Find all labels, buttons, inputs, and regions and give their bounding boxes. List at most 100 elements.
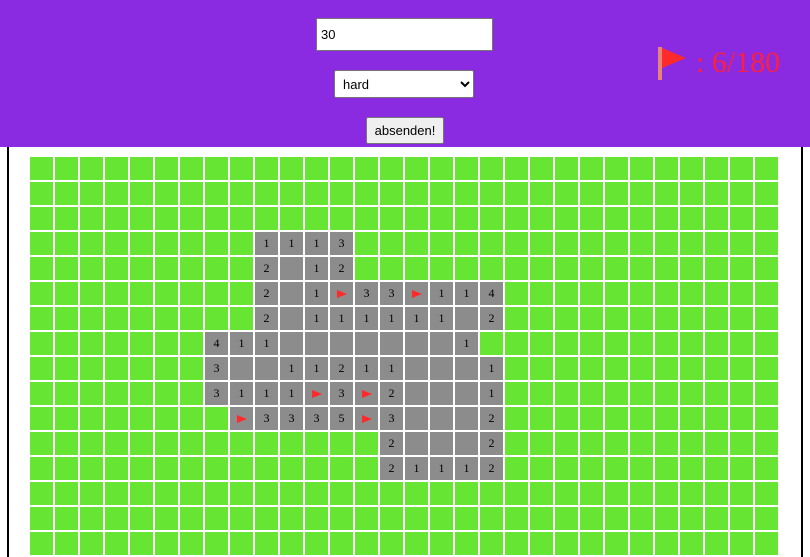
hidden-cell[interactable] — [30, 432, 53, 455]
hidden-cell[interactable] — [705, 157, 728, 180]
hidden-cell[interactable] — [330, 182, 353, 205]
hidden-cell[interactable] — [705, 257, 728, 280]
hidden-cell[interactable] — [655, 482, 678, 505]
number-cell[interactable]: 1 — [380, 357, 403, 380]
hidden-cell[interactable] — [380, 157, 403, 180]
hidden-cell[interactable] — [655, 532, 678, 555]
hidden-cell[interactable] — [605, 382, 628, 405]
hidden-cell[interactable] — [630, 207, 653, 230]
hidden-cell[interactable] — [155, 457, 178, 480]
hidden-cell[interactable] — [655, 257, 678, 280]
hidden-cell[interactable] — [205, 532, 228, 555]
hidden-cell[interactable] — [680, 182, 703, 205]
hidden-cell[interactable] — [705, 432, 728, 455]
hidden-cell[interactable] — [30, 407, 53, 430]
hidden-cell[interactable] — [405, 532, 428, 555]
hidden-cell[interactable] — [255, 507, 278, 530]
hidden-cell[interactable] — [30, 207, 53, 230]
number-cell[interactable]: 1 — [430, 457, 453, 480]
hidden-cell[interactable] — [555, 432, 578, 455]
hidden-cell[interactable] — [255, 457, 278, 480]
hidden-cell[interactable] — [705, 357, 728, 380]
number-cell[interactable]: 3 — [380, 282, 403, 305]
hidden-cell[interactable] — [755, 532, 778, 555]
number-cell[interactable]: 1 — [405, 457, 428, 480]
hidden-cell[interactable] — [655, 407, 678, 430]
hidden-cell[interactable] — [105, 507, 128, 530]
hidden-cell[interactable] — [630, 407, 653, 430]
hidden-cell[interactable] — [655, 457, 678, 480]
hidden-cell[interactable] — [630, 482, 653, 505]
hidden-cell[interactable] — [530, 182, 553, 205]
empty-cell[interactable] — [230, 357, 253, 380]
hidden-cell[interactable] — [80, 307, 103, 330]
hidden-cell[interactable] — [155, 507, 178, 530]
empty-cell[interactable] — [355, 332, 378, 355]
hidden-cell[interactable] — [555, 182, 578, 205]
number-cell[interactable]: 3 — [380, 407, 403, 430]
hidden-cell[interactable] — [155, 282, 178, 305]
hidden-cell[interactable] — [430, 507, 453, 530]
hidden-cell[interactable] — [255, 157, 278, 180]
hidden-cell[interactable] — [605, 507, 628, 530]
hidden-cell[interactable] — [605, 232, 628, 255]
hidden-cell[interactable] — [730, 232, 753, 255]
hidden-cell[interactable] — [705, 207, 728, 230]
hidden-cell[interactable] — [55, 532, 78, 555]
empty-cell[interactable] — [430, 382, 453, 405]
hidden-cell[interactable] — [430, 532, 453, 555]
hidden-cell[interactable] — [505, 457, 528, 480]
hidden-cell[interactable] — [230, 157, 253, 180]
hidden-cell[interactable] — [55, 257, 78, 280]
hidden-cell[interactable] — [55, 382, 78, 405]
hidden-cell[interactable] — [30, 457, 53, 480]
hidden-cell[interactable] — [155, 182, 178, 205]
hidden-cell[interactable] — [155, 407, 178, 430]
hidden-cell[interactable] — [280, 482, 303, 505]
hidden-cell[interactable] — [505, 432, 528, 455]
hidden-cell[interactable] — [680, 307, 703, 330]
hidden-cell[interactable] — [455, 257, 478, 280]
hidden-cell[interactable] — [555, 382, 578, 405]
hidden-cell[interactable] — [480, 232, 503, 255]
hidden-cell[interactable] — [605, 157, 628, 180]
number-cell[interactable]: 3 — [205, 357, 228, 380]
hidden-cell[interactable] — [180, 257, 203, 280]
hidden-cell[interactable] — [705, 232, 728, 255]
hidden-cell[interactable] — [480, 332, 503, 355]
hidden-cell[interactable] — [705, 457, 728, 480]
hidden-cell[interactable] — [55, 282, 78, 305]
flagged-cell[interactable] — [230, 407, 253, 430]
hidden-cell[interactable] — [80, 232, 103, 255]
hidden-cell[interactable] — [330, 532, 353, 555]
hidden-cell[interactable] — [555, 532, 578, 555]
empty-cell[interactable] — [455, 357, 478, 380]
hidden-cell[interactable] — [205, 207, 228, 230]
number-cell[interactable]: 1 — [305, 232, 328, 255]
hidden-cell[interactable] — [630, 382, 653, 405]
hidden-cell[interactable] — [80, 207, 103, 230]
empty-cell[interactable] — [280, 282, 303, 305]
hidden-cell[interactable] — [505, 157, 528, 180]
hidden-cell[interactable] — [505, 382, 528, 405]
hidden-cell[interactable] — [505, 182, 528, 205]
number-cell[interactable]: 1 — [255, 382, 278, 405]
hidden-cell[interactable] — [580, 507, 603, 530]
hidden-cell[interactable] — [655, 157, 678, 180]
hidden-cell[interactable] — [705, 307, 728, 330]
hidden-cell[interactable] — [555, 357, 578, 380]
hidden-cell[interactable] — [630, 257, 653, 280]
hidden-cell[interactable] — [305, 532, 328, 555]
hidden-cell[interactable] — [130, 282, 153, 305]
empty-cell[interactable] — [280, 257, 303, 280]
hidden-cell[interactable] — [755, 182, 778, 205]
hidden-cell[interactable] — [755, 432, 778, 455]
hidden-cell[interactable] — [430, 182, 453, 205]
hidden-cell[interactable] — [380, 507, 403, 530]
hidden-cell[interactable] — [105, 357, 128, 380]
hidden-cell[interactable] — [155, 232, 178, 255]
hidden-cell[interactable] — [180, 432, 203, 455]
hidden-cell[interactable] — [530, 532, 553, 555]
empty-cell[interactable] — [305, 332, 328, 355]
hidden-cell[interactable] — [30, 257, 53, 280]
